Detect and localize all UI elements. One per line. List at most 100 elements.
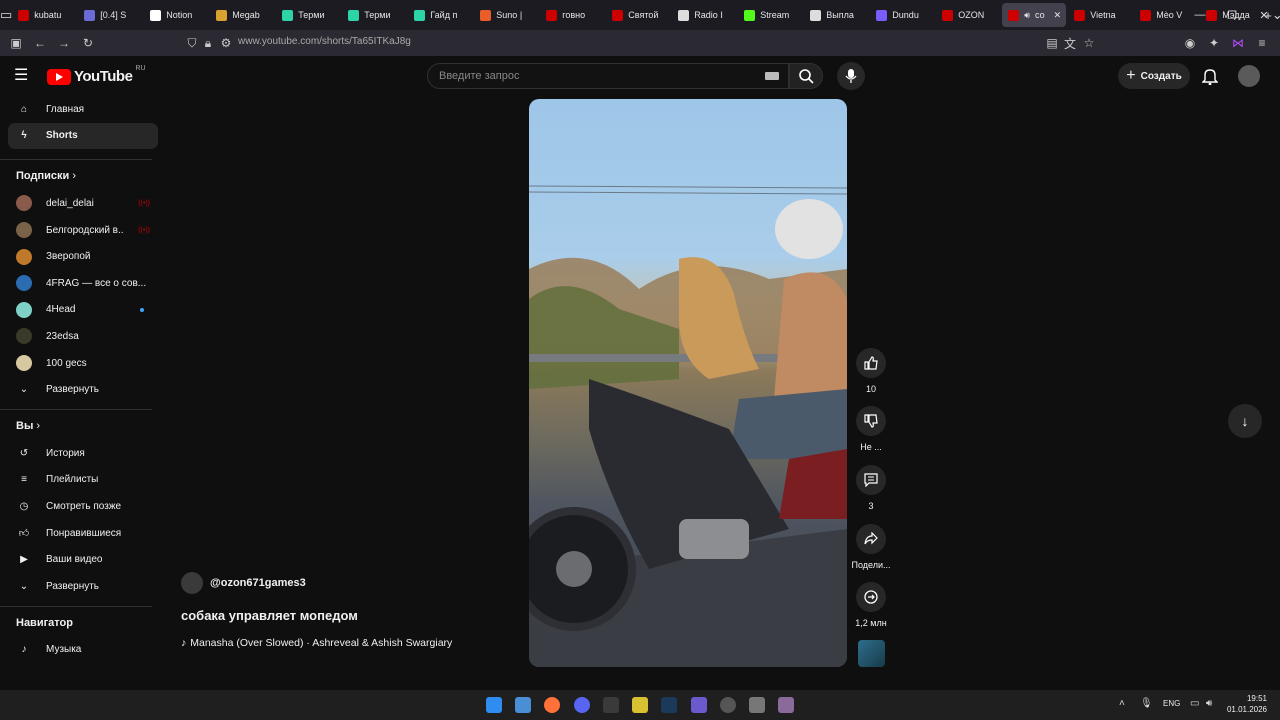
volume-icon[interactable]: 🔊︎	[1206, 698, 1212, 709]
maximize-button[interactable]: ❐	[1216, 0, 1248, 30]
comments-button[interactable]	[856, 465, 886, 495]
browser-tab[interactable]: kubatu	[12, 3, 76, 27]
short-video-player[interactable]	[529, 99, 847, 667]
browser-tab[interactable]: Терми	[342, 3, 406, 27]
create-button[interactable]: + Создать	[1118, 63, 1190, 89]
app-icon[interactable]	[778, 697, 794, 713]
steam-icon[interactable]	[661, 697, 677, 713]
browser-tab[interactable]: Выпла	[804, 3, 868, 27]
channel-info[interactable]: @ozon671games3	[181, 572, 306, 594]
avatar[interactable]	[1238, 65, 1260, 87]
share-button[interactable]	[856, 524, 886, 554]
forward-button[interactable]: →	[52, 31, 76, 55]
notifications-button[interactable]	[1201, 67, 1219, 90]
site-settings-icon[interactable]: ⚙	[214, 31, 238, 55]
browser-tab[interactable]: Гайд п	[408, 3, 472, 27]
account-icon[interactable]: ◉	[1178, 31, 1202, 55]
terminal-icon[interactable]	[603, 697, 619, 713]
subscriptions-header[interactable]: Подписки ›	[8, 160, 158, 190]
bookmark-star-icon[interactable]: ☆	[1077, 31, 1101, 55]
browser-tab[interactable]: Megab	[210, 3, 274, 27]
back-button[interactable]: ←	[28, 31, 52, 55]
search-button[interactable]	[789, 63, 823, 89]
browser-tab[interactable]: Suno |	[474, 3, 538, 27]
close-tab-icon[interactable]: ✕	[1054, 10, 1062, 21]
browser-tab[interactable]: Терми	[276, 3, 340, 27]
app-icon[interactable]	[720, 697, 736, 713]
like-action[interactable]: 10	[855, 348, 887, 394]
hamburger-menu-icon[interactable]: ☰	[14, 67, 34, 85]
like-count: 10	[865, 384, 876, 394]
remix-button[interactable]	[856, 582, 886, 612]
you-header[interactable]: Вы ›	[8, 410, 158, 440]
expand-subscriptions[interactable]: ⌄ Развернуть	[8, 376, 158, 403]
minimize-button[interactable]: —	[1184, 0, 1216, 30]
sidebar-item-shorts[interactable]: ϟ Shorts	[8, 122, 158, 150]
sidebar-item-video[interactable]: ▶ Ваши видео	[8, 546, 158, 573]
browser-tab[interactable]: Radio I	[672, 3, 736, 27]
sidebar-item-subscription[interactable]: Белгородский в... ((•))	[8, 217, 158, 244]
windows-start-icon[interactable]	[486, 697, 502, 713]
tab-list-icon[interactable]: ▭	[0, 4, 12, 26]
browser-tab[interactable]: Stream	[738, 3, 802, 27]
voice-search-button[interactable]	[837, 62, 865, 90]
display-icon[interactable]: ▭	[1190, 698, 1199, 709]
channel-avatar[interactable]	[181, 572, 203, 594]
tray-chevron-up-icon[interactable]: ˄	[1119, 698, 1125, 709]
sidebar-item-subscription[interactable]: 4FRAG — все о сов...	[8, 270, 158, 297]
expand-you[interactable]: ⌄ Развернуть	[8, 573, 158, 600]
chevron-down-icon: ⌄	[19, 384, 29, 396]
sidebar-item-playlist[interactable]: ≡ Плейлисты	[8, 467, 158, 494]
channel-handle[interactable]: @ozon671games3	[210, 577, 306, 589]
speaker-icon[interactable]: 🔊︎	[1024, 10, 1030, 21]
browser-tab[interactable]: Vietna	[1068, 3, 1132, 27]
close-window-button[interactable]: ✕	[1248, 0, 1280, 30]
sound-thumbnail[interactable]	[858, 640, 885, 667]
sidebar-item-music[interactable]: ♪ Музыка	[8, 637, 158, 664]
address-bar[interactable]: www.youtube.com/shorts/Ta65ITKaJ8g	[238, 36, 411, 47]
sidebar-item-history[interactable]: ↺ История	[8, 440, 158, 467]
sidebar-item-home[interactable]: ⌂ Главная	[8, 96, 158, 123]
sidebar-item-subscription[interactable]: Зверопой	[8, 243, 158, 270]
addon-icon[interactable]: ⋈	[1226, 31, 1250, 55]
discord-icon[interactable]	[574, 697, 590, 713]
extensions-icon[interactable]: ✦	[1202, 31, 1226, 55]
music-info[interactable]: ♪ Manasha (Over Slowed) · Ashreveal & Ash…	[181, 637, 452, 649]
browser-tab[interactable]: Святой	[606, 3, 670, 27]
browser-tab[interactable]: 🔊︎ со ✕	[1002, 3, 1067, 27]
like-button[interactable]	[856, 348, 886, 378]
browser-tab[interactable]: говно	[540, 3, 604, 27]
remix-action[interactable]: 1,2 млн	[851, 582, 891, 628]
dislike-action[interactable]: Не ...	[855, 406, 887, 452]
file-explorer-icon[interactable]	[515, 697, 531, 713]
next-short-button[interactable]: ↓	[1228, 404, 1262, 438]
sidebar-toggle-icon[interactable]: ▣	[4, 31, 28, 55]
microphone-icon[interactable]: 🎙︎	[1140, 698, 1153, 709]
browser-tab[interactable]: Notion	[144, 3, 208, 27]
clock[interactable]: 19:51 01.01.2026	[1225, 693, 1267, 715]
browser-tab[interactable]: [0.4] S	[78, 3, 142, 27]
menu-icon[interactable]: ≡	[1250, 31, 1274, 55]
reload-button[interactable]: ↻	[76, 31, 100, 55]
browser-tab[interactable]: OZON	[936, 3, 1000, 27]
sidebar-item-subscription[interactable]: delai_delai ((•))	[8, 190, 158, 217]
share-action[interactable]: Подели...	[849, 524, 893, 570]
dislike-button[interactable]	[856, 406, 886, 436]
language-indicator[interactable]: ENG	[1163, 699, 1180, 708]
sidebar-item-thumbs-up[interactable]: 👍︎ Понравившиеся	[8, 520, 158, 547]
keyboard-icon[interactable]	[765, 72, 779, 80]
tab-label: Megab	[232, 10, 260, 20]
search-input[interactable]: Введите запрос	[427, 63, 789, 89]
comments-action[interactable]: 3	[855, 465, 887, 511]
sidebar-item-subscription[interactable]: 4Head	[8, 297, 158, 324]
app-icon[interactable]	[632, 697, 648, 713]
firefox-icon[interactable]	[544, 697, 560, 713]
app-icon[interactable]	[691, 697, 707, 713]
sidebar-item-subscription[interactable]: 23edsa	[8, 323, 158, 350]
youtube-logo[interactable]: YouTube RU	[47, 65, 146, 85]
settings-icon[interactable]	[749, 697, 765, 713]
sidebar-item-clock[interactable]: ◷ Смотреть позже	[8, 493, 158, 520]
browser-tab[interactable]: Dundu	[870, 3, 934, 27]
sidebar-item-subscription[interactable]: 100 gecs	[8, 350, 158, 377]
youtube-icon	[942, 9, 954, 21]
